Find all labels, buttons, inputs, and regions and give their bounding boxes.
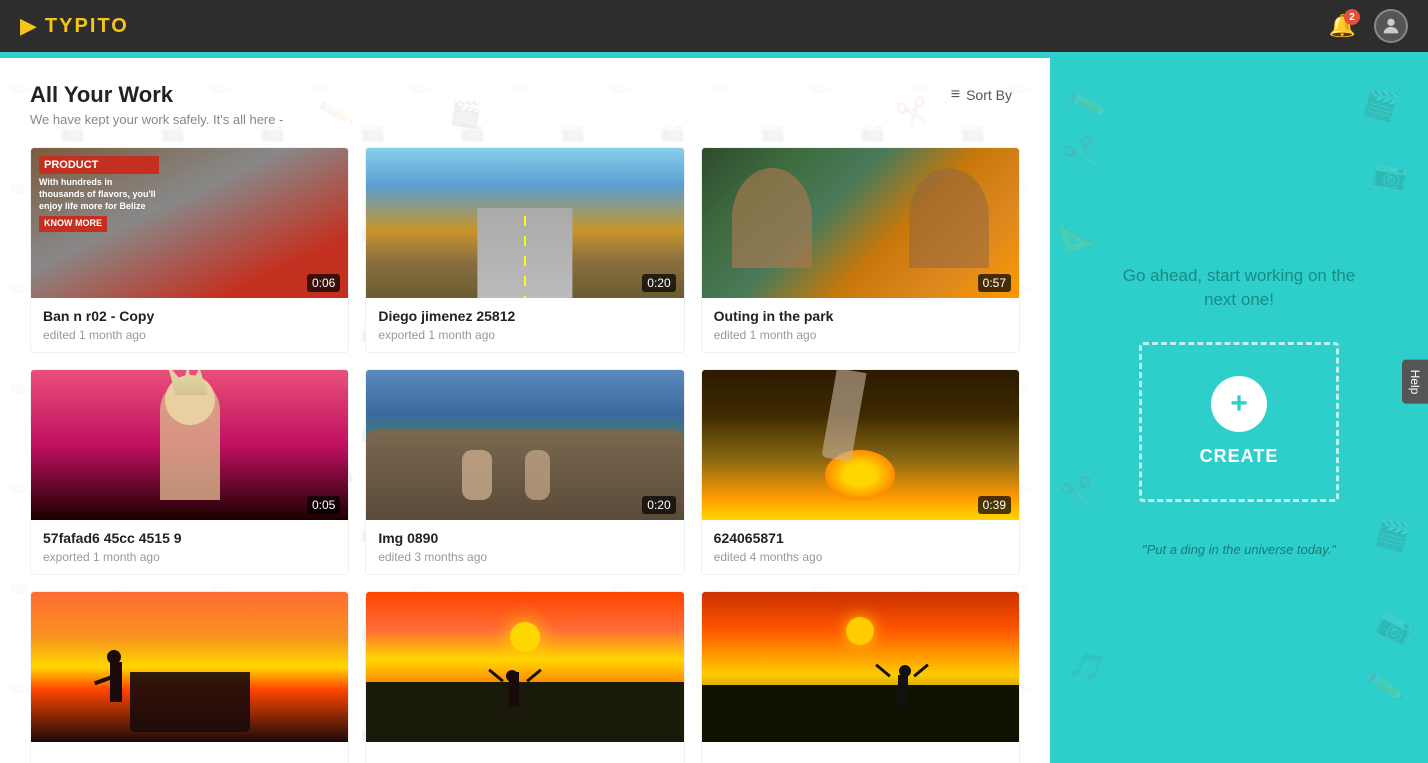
sort-button[interactable]: ≡ Sort By: [943, 82, 1020, 108]
logo-play-icon: ▶: [20, 13, 37, 39]
help-label: Help: [1408, 369, 1422, 394]
video-meta: edited 1 month ago: [714, 328, 1007, 342]
video-card[interactable]: [701, 591, 1020, 763]
video-duration: 0:39: [978, 496, 1011, 514]
help-tab[interactable]: Help: [1402, 359, 1428, 404]
video-meta: edited 1 month ago: [43, 328, 336, 342]
video-thumbnail: 0:20: [366, 370, 683, 520]
video-card[interactable]: [365, 591, 684, 763]
header: ▶ TYPITO 🔔 2: [0, 0, 1428, 52]
create-plus-circle: +: [1211, 376, 1267, 432]
video-info: [31, 742, 348, 763]
video-meta: exported 1 month ago: [378, 328, 671, 342]
video-title: 57fafad6 45cc 4515 9: [43, 530, 336, 546]
user-avatar[interactable]: [1374, 9, 1408, 43]
video-thumbnail: 0:05: [31, 370, 348, 520]
video-duration: 0:05: [307, 496, 340, 514]
video-info: Ban n r02 - Copy edited 1 month ago: [31, 298, 348, 352]
video-duration: 0:57: [978, 274, 1011, 292]
video-thumbnail: 0:20: [366, 148, 683, 298]
video-card[interactable]: 0:20 Diego jimenez 25812 exported 1 mont…: [365, 147, 684, 353]
content-inner: All Your Work We have kept your work saf…: [30, 82, 1020, 763]
section-title-group: All Your Work We have kept your work saf…: [30, 82, 283, 127]
video-meta: edited 3 months ago: [378, 550, 671, 564]
video-card[interactable]: 0:20 Img 0890 edited 3 months ago: [365, 369, 684, 575]
video-thumbnail: [366, 592, 683, 742]
video-info: [702, 742, 1019, 763]
video-duration: 0:20: [642, 274, 675, 292]
video-duration: 0:06: [307, 274, 340, 292]
video-title: Ban n r02 - Copy: [43, 308, 336, 324]
video-info: Diego jimenez 25812 exported 1 month ago: [366, 298, 683, 352]
user-icon: [1380, 15, 1402, 37]
video-info: Img 0890 edited 3 months ago: [366, 520, 683, 574]
video-meta: edited 4 months ago: [714, 550, 1007, 564]
video-thumbnail: [31, 592, 348, 742]
logo-text: TYPITO: [45, 15, 129, 38]
video-card[interactable]: 0:05 57fafad6 45cc 4515 9 exported 1 mon…: [30, 369, 349, 575]
video-thumbnail: PRODUCT With hundreds in thousands of fl…: [31, 148, 348, 298]
video-info: Outing in the park edited 1 month ago: [702, 298, 1019, 352]
sort-label: Sort By: [966, 87, 1012, 103]
video-meta: exported 1 month ago: [43, 550, 336, 564]
sidebar-tagline: Go ahead, start working on the next one!: [1123, 264, 1355, 312]
main-layout: ✏️ 🎬 ✂️ 📐 🎵 📷 ✏️ 🎬 📷 ✂️ 📐 All Your Work …: [0, 58, 1428, 763]
create-label: CREATE: [1200, 446, 1279, 467]
video-duration: 0:20: [642, 496, 675, 514]
section-header: All Your Work We have kept your work saf…: [30, 82, 1020, 127]
content-area: ✏️ 🎬 ✂️ 📐 🎵 📷 ✏️ 🎬 📷 ✂️ 📐 All Your Work …: [0, 58, 1050, 763]
sort-icon: ≡: [951, 86, 960, 104]
video-info: 57fafad6 45cc 4515 9 exported 1 month ag…: [31, 520, 348, 574]
video-title: [714, 752, 1007, 763]
video-title: [378, 752, 671, 763]
video-thumbnail: 0:57: [702, 148, 1019, 298]
video-card[interactable]: 0:39 624065871 edited 4 months ago: [701, 369, 1020, 575]
video-card[interactable]: 0:57 Outing in the park edited 1 month a…: [701, 147, 1020, 353]
header-left: ▶ TYPITO: [20, 13, 129, 39]
notification-button[interactable]: 🔔 2: [1329, 13, 1356, 39]
section-title: All Your Work: [30, 82, 283, 108]
video-title: Img 0890: [378, 530, 671, 546]
header-right: 🔔 2: [1329, 9, 1408, 43]
notification-badge: 2: [1344, 9, 1360, 25]
section-subtitle: We have kept your work safely. It's all …: [30, 112, 283, 127]
video-title: 624065871: [714, 530, 1007, 546]
video-grid: PRODUCT With hundreds in thousands of fl…: [30, 147, 1020, 763]
video-thumbnail: 0:39: [702, 370, 1019, 520]
plus-icon: +: [1230, 389, 1248, 419]
right-sidebar: ✏️ 🎬 ✂️ 📷 📐 🎵 ✏️ 📷 ✂️ 🎬 Go ahead, start …: [1050, 58, 1428, 763]
video-info: [366, 742, 683, 763]
video-info: 624065871 edited 4 months ago: [702, 520, 1019, 574]
video-card[interactable]: PRODUCT With hundreds in thousands of fl…: [30, 147, 349, 353]
video-card[interactable]: [30, 591, 349, 763]
video-title: [43, 752, 336, 763]
create-button[interactable]: + CREATE: [1139, 342, 1339, 502]
sidebar-quote: "Put a ding in the universe today.": [1142, 542, 1336, 557]
video-title: Diego jimenez 25812: [378, 308, 671, 324]
video-title: Outing in the park: [714, 308, 1007, 324]
video-thumbnail: [702, 592, 1019, 742]
